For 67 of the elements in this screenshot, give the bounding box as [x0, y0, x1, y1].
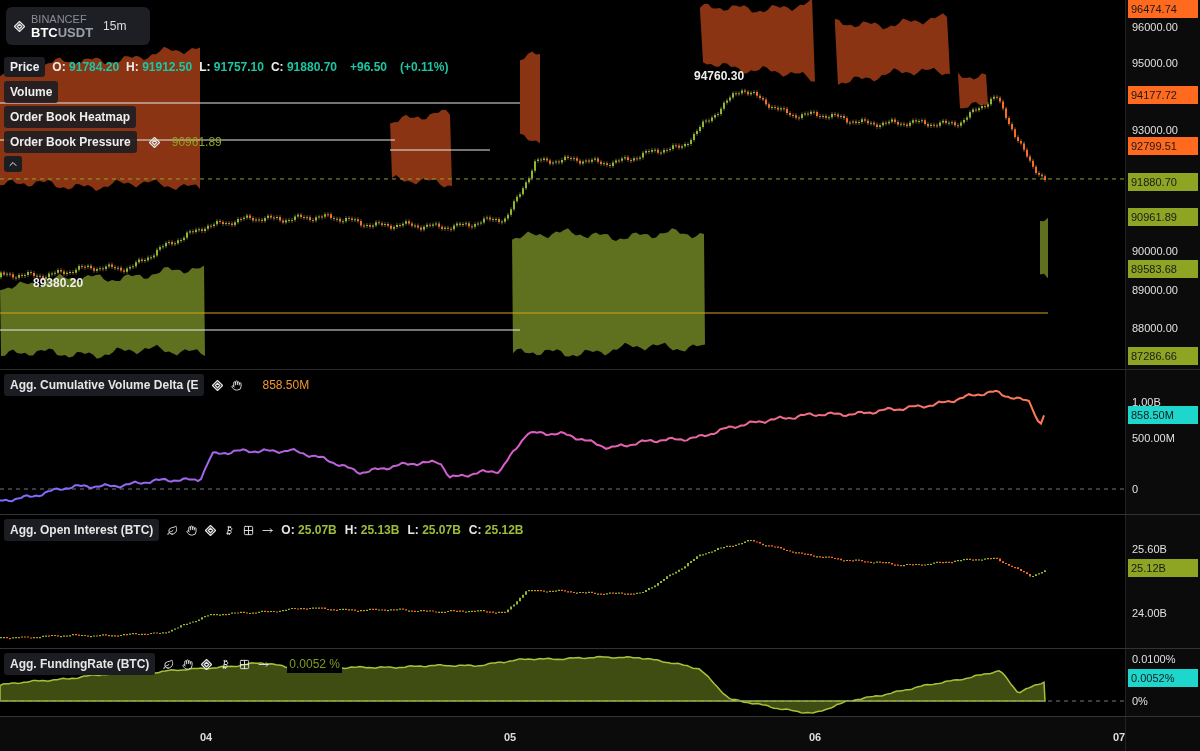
price-tag: 25.12B [1128, 559, 1198, 577]
overlay-label[interactable]: Order Book Heatmap [4, 106, 137, 128]
hand-icon[interactable] [182, 658, 194, 670]
price-label[interactable]: Price [4, 57, 46, 77]
price-change: +96.50 [350, 59, 388, 76]
axis-label: 24.00B [1132, 606, 1167, 621]
time-label: 05 [504, 730, 517, 745]
price-tag: 0.0052% [1128, 669, 1198, 687]
axis-label: 0% [1132, 694, 1148, 709]
diamond-icon[interactable] [148, 136, 160, 148]
leaf-icon[interactable] [167, 524, 179, 536]
diamond-icon[interactable] [205, 524, 217, 536]
time-label: 06 [809, 730, 822, 745]
leaf-icon[interactable] [163, 658, 175, 670]
bitcoin-icon[interactable] [220, 658, 232, 670]
ohlc-value: C: 25.12B [468, 522, 524, 539]
diamond-icon[interactable] [14, 20, 25, 32]
symbol-card[interactable]: BINANCEF BTCUSDT 15m [6, 7, 150, 45]
diamond-icon[interactable] [201, 658, 213, 670]
axis-label: 500.00M [1132, 431, 1175, 446]
axis-label: 95000.00 [1132, 56, 1178, 71]
exchange-name: BINANCEF [31, 13, 88, 26]
axis-label: 0.0100% [1132, 652, 1176, 667]
time-label: 07 [1113, 730, 1126, 745]
axis-label: 0 [1132, 482, 1139, 497]
grid-icon[interactable] [243, 524, 255, 536]
overlay-value: 90961.89 [171, 134, 222, 151]
heatmap-band [958, 72, 988, 109]
price-tag: 94177.72 [1128, 86, 1198, 104]
price-tag: 92799.51 [1128, 137, 1198, 155]
price-tag: 858.50M [1128, 406, 1198, 424]
heatmap-band [1040, 217, 1048, 279]
indicator-title[interactable]: Agg. Cumulative Volume Delta (E [4, 374, 205, 396]
hand-icon[interactable] [231, 379, 243, 391]
price-tag: 90961.89 [1128, 208, 1198, 226]
axis-label: 93000.00 [1132, 123, 1178, 138]
ohlc-value: L: 25.07B [407, 522, 461, 539]
price-tag: 91880.70 [1128, 173, 1198, 191]
indicator-title[interactable]: Agg. FundingRate (BTC) [4, 653, 156, 675]
indicator-title[interactable]: Agg. Open Interest (BTC) [4, 519, 160, 541]
diamond-icon[interactable] [212, 379, 224, 391]
interval-label[interactable]: 15m [103, 17, 127, 35]
axis-label: 88000.00 [1132, 321, 1178, 336]
price-marker-label: 94760.30 [694, 68, 745, 85]
axis-label: 96000.00 [1132, 20, 1178, 35]
axis-label: 89000.00 [1132, 283, 1178, 298]
hand-icon[interactable] [186, 524, 198, 536]
price-change-percent: (+0.11%) [400, 59, 449, 76]
overlay-label[interactable]: Volume [4, 81, 59, 103]
ohlc-value: L: 91757.10 [199, 59, 264, 76]
price-tag: 87286.66 [1128, 347, 1198, 365]
grid-icon[interactable] [239, 658, 251, 670]
ohlc-value: O: 25.07B [281, 522, 337, 539]
symbol-name: BTCUSDT [31, 26, 94, 39]
ohlc-value: C: 91880.70 [270, 59, 337, 76]
ohlc-value: H: 25.13B [344, 522, 400, 539]
overlay-label[interactable]: Order Book Pressure [4, 131, 137, 153]
ohlc-value: O: 91784.20 [52, 59, 120, 76]
axis-label: 90000.00 [1132, 244, 1178, 259]
time-label: 04 [200, 730, 213, 745]
axis-label: 25.60B [1132, 542, 1167, 557]
bitcoin-icon[interactable] [224, 524, 236, 536]
ohlc-value: H: 91912.50 [126, 59, 193, 76]
price-tag: 96474.74 [1128, 0, 1198, 18]
price-tag: 89583.68 [1128, 260, 1198, 278]
price-marker-label: 89380.20 [33, 275, 84, 292]
collapse-button[interactable] [4, 156, 22, 172]
